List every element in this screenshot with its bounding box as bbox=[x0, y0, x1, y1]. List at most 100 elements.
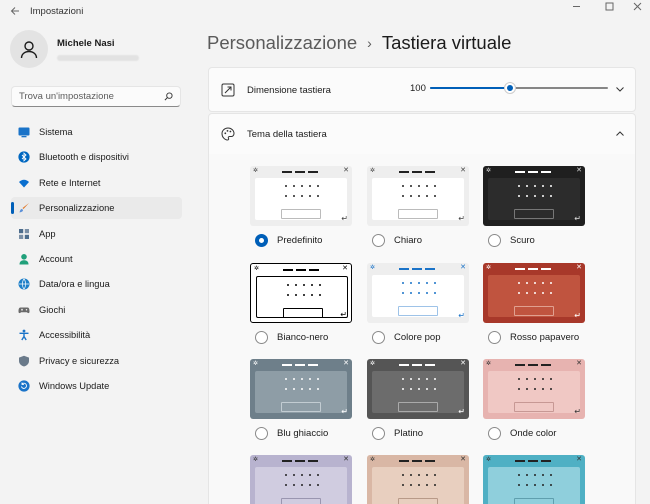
search-input[interactable] bbox=[19, 91, 159, 102]
back-button[interactable] bbox=[0, 0, 30, 22]
account-icon bbox=[18, 253, 30, 265]
handle-bars-icon bbox=[399, 268, 435, 270]
key-dot bbox=[418, 474, 420, 476]
theme-label: Predefinito bbox=[277, 235, 323, 246]
theme-radio-row[interactable]: Colore pop bbox=[367, 331, 471, 344]
chevron-down-icon[interactable] bbox=[615, 84, 625, 94]
keyboard-body bbox=[255, 467, 347, 504]
key-dot bbox=[410, 185, 412, 187]
key-dot bbox=[542, 484, 544, 486]
theme-radio[interactable] bbox=[255, 427, 268, 440]
key-dot bbox=[434, 388, 436, 390]
minimize-button[interactable] bbox=[561, 0, 591, 12]
theme-preview[interactable]: ✲✕↵ bbox=[250, 359, 352, 419]
sidebar-item-data-ora-e-lingua[interactable]: Data/ora e lingua bbox=[11, 273, 182, 295]
key-dot bbox=[418, 195, 420, 197]
theme-radio[interactable] bbox=[488, 427, 501, 440]
theme-radio-row[interactable]: Blu ghiaccio bbox=[250, 427, 354, 440]
theme-preview[interactable]: ✲✕↵ bbox=[483, 263, 585, 323]
theme-option-onde-color[interactable]: ✲ ✕ ↵ Onde color bbox=[483, 359, 587, 440]
theme-radio-row[interactable]: Rosso papavero bbox=[483, 331, 587, 344]
theme-radio-row[interactable]: Bianco-nero bbox=[250, 331, 354, 344]
theme-radio[interactable] bbox=[372, 331, 385, 344]
keyboard-size-slider[interactable] bbox=[430, 82, 608, 94]
theme-radio[interactable] bbox=[488, 331, 501, 344]
key-grid bbox=[402, 282, 436, 302]
theme-option-extra-2[interactable]: ✲✕↵ bbox=[367, 455, 471, 504]
theme-preview[interactable]: ✲✕↵ bbox=[367, 359, 469, 419]
breadcrumb-parent[interactable]: Personalizzazione bbox=[207, 32, 357, 54]
theme-option-extra-1[interactable]: ✲✕↵ bbox=[250, 455, 354, 504]
theme-option-predefinito[interactable]: ✲ ✕ ↵ Predefinito bbox=[250, 166, 354, 247]
keyboard-theme-card[interactable]: Tema della tastiera bbox=[208, 113, 636, 155]
theme-option-blu-ghiaccio[interactable]: ✲ ✕ ↵ Blu ghiaccio bbox=[250, 359, 354, 440]
theme-preview[interactable]: ✲✕↵ bbox=[483, 359, 585, 419]
palette-icon bbox=[221, 127, 235, 141]
theme-option-rosso-papavero[interactable]: ✲ ✕ ↵ Rosso papavero bbox=[483, 263, 587, 344]
space-bar bbox=[283, 308, 323, 318]
theme-radio[interactable] bbox=[372, 234, 385, 247]
sidebar-item-windows-update[interactable]: Windows Update bbox=[11, 375, 182, 397]
sidebar-item-bluetooth-e-dispositivi[interactable]: Bluetooth e dispositivi bbox=[11, 146, 182, 168]
search-box[interactable] bbox=[11, 86, 181, 107]
sidebar-item-rete-e-internet[interactable]: Rete e Internet bbox=[11, 172, 182, 194]
gear-icon: ✲ bbox=[253, 168, 259, 174]
theme-option-chiaro[interactable]: ✲ ✕ ↵ Chiaro bbox=[367, 166, 471, 247]
sidebar-item-accessibilita[interactable]: Accessibilità bbox=[11, 324, 182, 346]
theme-radio-row[interactable]: Chiaro bbox=[367, 234, 471, 247]
theme-radio[interactable] bbox=[255, 331, 268, 344]
sidebar-item-privacy-e-sicurezza[interactable]: Privacy e sicurezza bbox=[11, 350, 182, 372]
user-profile[interactable]: Michele Nasi bbox=[10, 30, 139, 68]
theme-radio[interactable] bbox=[372, 427, 385, 440]
space-bar bbox=[398, 402, 438, 412]
handle-bars-icon bbox=[515, 171, 551, 173]
theme-option-scuro[interactable]: ✲ ✕ ↵ Scuro bbox=[483, 166, 587, 247]
key-dot bbox=[518, 484, 520, 486]
theme-radio[interactable] bbox=[255, 234, 268, 247]
avatar bbox=[10, 30, 48, 68]
maximize-button[interactable] bbox=[594, 0, 624, 12]
chevron-up-icon[interactable] bbox=[615, 129, 625, 139]
globe-time-icon bbox=[18, 278, 30, 290]
slider-thumb[interactable] bbox=[504, 82, 516, 94]
theme-radio-row[interactable]: Platino bbox=[367, 427, 471, 440]
brush-icon bbox=[18, 202, 30, 214]
theme-preview[interactable]: ✲✕↵ bbox=[367, 166, 469, 226]
sidebar-item-sistema[interactable]: Sistema bbox=[11, 121, 182, 143]
key-dot bbox=[526, 292, 528, 294]
close-button[interactable] bbox=[622, 0, 650, 12]
handle-bars-icon bbox=[515, 364, 551, 366]
theme-preview[interactable]: ✲✕↵ bbox=[250, 166, 352, 226]
key-dot bbox=[518, 185, 520, 187]
space-bar bbox=[514, 402, 554, 412]
theme-preview[interactable]: ✲✕↵ bbox=[250, 263, 352, 323]
theme-preview[interactable]: ✲✕↵ bbox=[367, 455, 469, 504]
theme-radio-row[interactable]: Predefinito bbox=[250, 234, 354, 247]
key-dot bbox=[410, 378, 412, 380]
key-dot bbox=[303, 294, 305, 296]
theme-radio-row[interactable]: Onde color bbox=[483, 427, 587, 440]
sidebar-item-app[interactable]: App bbox=[11, 223, 182, 245]
theme-option-platino[interactable]: ✲ ✕ ↵ Platino bbox=[367, 359, 471, 440]
key-dot bbox=[293, 484, 295, 486]
search-icon[interactable] bbox=[164, 92, 173, 101]
theme-option-bianco-nero[interactable]: ✲ ✕ ↵ Bianco-nero bbox=[250, 263, 354, 344]
theme-radio[interactable] bbox=[488, 234, 501, 247]
sidebar-item-personalizzazione[interactable]: Personalizzazione bbox=[11, 197, 182, 220]
key-dot bbox=[402, 282, 404, 284]
sidebar-item-label: Account bbox=[39, 253, 73, 264]
theme-preview[interactable]: ✲✕↵ bbox=[483, 455, 585, 504]
theme-label: Onde color bbox=[510, 428, 557, 439]
theme-radio-row[interactable]: Scuro bbox=[483, 234, 587, 247]
key-dot bbox=[309, 388, 311, 390]
theme-preview[interactable]: ✲✕↵ bbox=[367, 263, 469, 323]
sidebar-item-account[interactable]: Account bbox=[11, 248, 182, 270]
theme-option-extra-3[interactable]: ✲✕↵ bbox=[483, 455, 587, 504]
theme-option-colore-pop[interactable]: ✲ ✕ ↵ Colore pop bbox=[367, 263, 471, 344]
theme-preview[interactable]: ✲✕↵ bbox=[250, 455, 352, 504]
handle-bars-icon bbox=[399, 460, 435, 462]
key-dot bbox=[410, 292, 412, 294]
theme-label: Chiaro bbox=[394, 235, 422, 246]
theme-preview[interactable]: ✲✕↵ bbox=[483, 166, 585, 226]
sidebar-item-giochi[interactable]: Giochi bbox=[11, 299, 182, 321]
